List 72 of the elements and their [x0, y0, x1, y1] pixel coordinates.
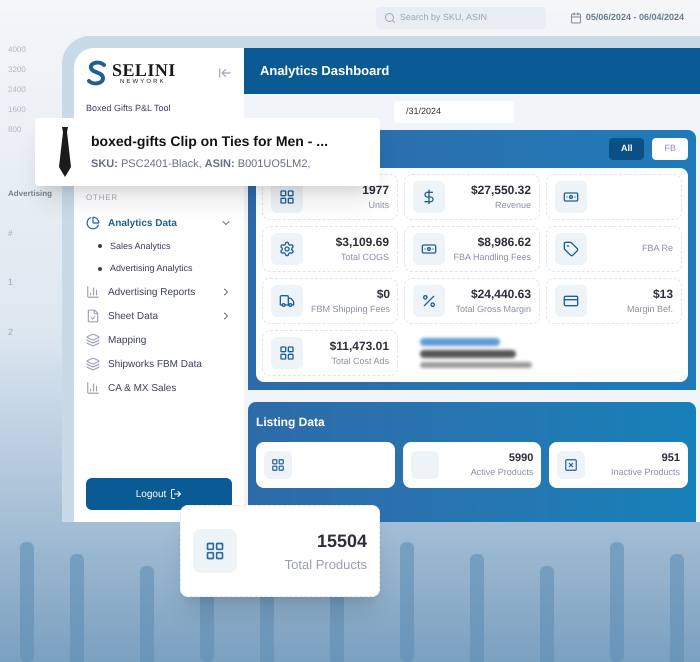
sub-nav-item[interactable]: Advertising Analytics — [86, 262, 232, 276]
row-number: 2 — [8, 326, 14, 338]
logout-button[interactable]: Logout — [86, 478, 232, 510]
stat-label: Units — [368, 198, 389, 212]
stat-label: Total Cost Ads — [331, 354, 389, 368]
stat-label: FBM Shipping Fees — [311, 302, 390, 316]
truck-icon — [279, 292, 295, 308]
calendar-icon — [570, 12, 582, 24]
grid-icon — [271, 458, 285, 472]
percent-icon — [421, 292, 437, 308]
stat-value: $27,550.32 — [470, 182, 531, 199]
product-details: SKU: PSC2401-Black, ASIN: B001UO5LM2, — [91, 157, 312, 172]
stat-value: $24,440.63 — [470, 286, 531, 303]
stat-value: $13 — [652, 286, 673, 303]
column-header: # — [8, 228, 14, 240]
stat-value: $8,986.62 — [478, 234, 531, 251]
card-icon — [563, 292, 579, 308]
close-icon — [564, 458, 578, 472]
total-products-label: Total Products — [284, 556, 367, 574]
date-range: 05/06/2024 - 06/04/2024 — [586, 11, 684, 24]
stat-label: FBA Handling Fees — [453, 250, 531, 264]
logo-name: SELINI — [112, 61, 176, 79]
stat-label: Revenue — [494, 198, 531, 212]
grid-icon — [279, 344, 295, 360]
logo-mark-icon — [86, 60, 108, 86]
axis-tick: 2400 — [8, 84, 27, 96]
grid-icon — [279, 188, 295, 204]
section-title: Listing Data — [256, 414, 325, 428]
grid-icon — [205, 541, 225, 561]
layers-icon — [86, 333, 100, 347]
row-number: 1 — [8, 276, 14, 289]
stat-value: $3,109.69 — [336, 234, 389, 251]
bar-chart-icon — [86, 381, 100, 395]
tag-icon — [563, 240, 579, 256]
axis-tick: 1600 — [8, 104, 27, 116]
section-label: OTHER — [86, 192, 119, 204]
stat-value: 1977 — [362, 182, 389, 199]
nav-item[interactable]: Advertising Reports — [86, 284, 232, 300]
listing-label: Inactive Products — [610, 466, 680, 479]
logout-icon — [170, 488, 182, 500]
nav-item[interactable]: Sheet Data — [86, 308, 232, 324]
nav-item[interactable]: CA & MX Sales — [86, 380, 232, 396]
stat-label: FBA Re — [642, 242, 673, 255]
nav-item[interactable]: Analytics Data — [86, 216, 232, 230]
stat-label: Margin Bef. — [626, 302, 673, 316]
axis-tick: 800 — [8, 124, 22, 136]
date-field[interactable]: /31/2024 — [394, 101, 514, 123]
stat-value: $0 — [376, 286, 390, 303]
stat-label: Total COGS — [340, 250, 389, 264]
stat-value: $11,473.01 — [330, 338, 389, 355]
sub-nav-item[interactable]: Sales Analytics — [86, 240, 232, 253]
gear-icon — [279, 240, 295, 256]
nav-item[interactable]: Mapping — [86, 332, 232, 348]
listing-value: 951 — [662, 450, 680, 466]
search-icon — [384, 12, 396, 24]
file-check-icon — [86, 309, 100, 323]
stat-label: Total Gross Margin — [455, 302, 531, 316]
layers-icon — [86, 357, 100, 371]
bar-chart-icon — [86, 285, 100, 299]
tool-name: Boxed Gifts P&L Tool — [86, 102, 172, 115]
pie-chart-icon — [86, 216, 100, 230]
collapse-icon[interactable] — [218, 66, 232, 80]
total-products-value: 15504 — [316, 530, 367, 553]
listing-value: 5990 — [508, 450, 534, 466]
axis-tick: 3200 — [8, 64, 27, 76]
listing-label: Active Products — [470, 466, 534, 479]
product-title: boxed-gifts Clip on Ties for Men - ... — [91, 132, 328, 152]
page-title: Analytics Dashboard — [260, 62, 390, 80]
nav-item[interactable]: Shipworks FBM Data — [86, 356, 232, 372]
filter-tab[interactable]: All — [608, 138, 644, 160]
table-title: Advertising — [8, 188, 54, 200]
axis-tick: 4000 — [8, 44, 27, 56]
